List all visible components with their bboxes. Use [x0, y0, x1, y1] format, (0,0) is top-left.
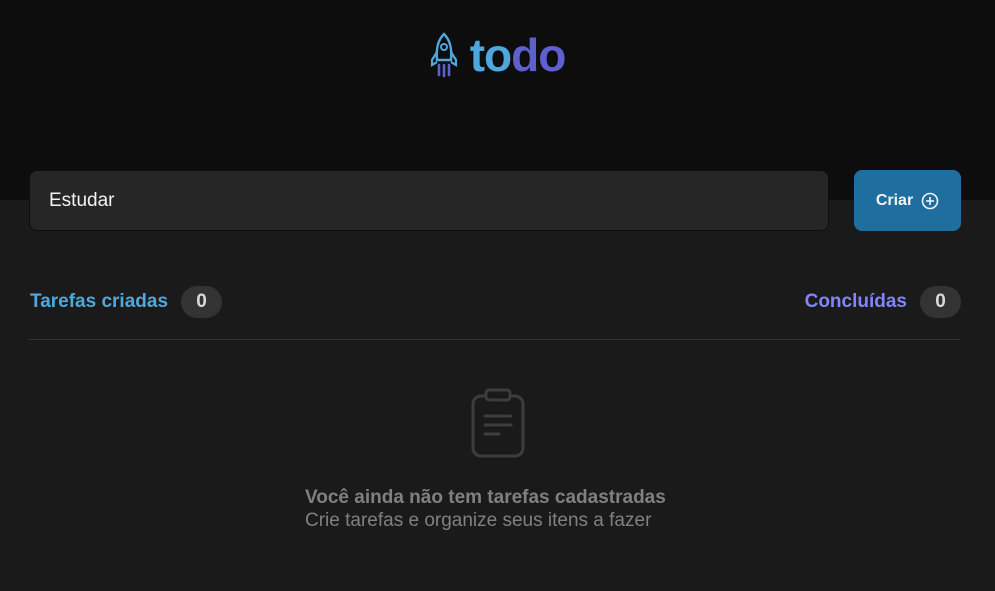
- clipboard-icon: [471, 388, 524, 458]
- new-task-form: Criar: [29, 170, 961, 231]
- rocket-icon: [430, 32, 457, 78]
- logo-text: todo: [469, 29, 567, 81]
- task-counters: Tarefas criadas 0 Concluídas 0: [30, 286, 961, 318]
- empty-state: Você ainda não tem tarefas cadastradas C…: [0, 388, 995, 532]
- logo: todo: [0, 32, 995, 78]
- divider: [29, 339, 961, 340]
- plus-circle-icon: [921, 192, 939, 209]
- done-count-badge: 0: [920, 286, 961, 318]
- created-counter: Tarefas criadas 0: [30, 286, 223, 318]
- task-input[interactable]: [29, 170, 829, 231]
- done-label: Concluídas: [804, 291, 907, 312]
- empty-state-subtitle: Crie tarefas e organize seus itens a faz…: [305, 510, 652, 531]
- create-button-label: Criar: [875, 191, 914, 209]
- empty-state-text: Você ainda não tem tarefas cadastradas C…: [0, 486, 995, 532]
- done-counter: Concluídas 0: [805, 286, 961, 318]
- logo-text-part1: to: [469, 29, 512, 81]
- create-button[interactable]: Criar: [854, 170, 961, 231]
- logo-text-part2: do: [511, 29, 566, 81]
- created-count-badge: 0: [181, 286, 223, 318]
- empty-state-title: Você ainda não tem tarefas cadastradas: [305, 487, 666, 508]
- created-label: Tarefas criadas: [30, 291, 169, 312]
